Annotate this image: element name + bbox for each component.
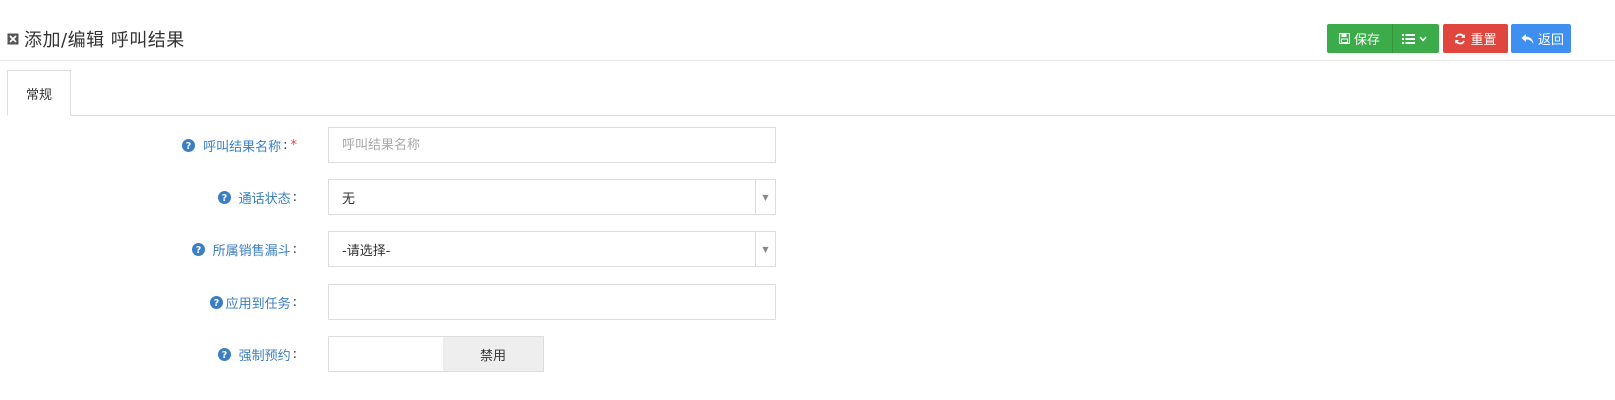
question-circle-icon: ? [217,347,231,361]
force-appointment-label: ? 强制预约 : [217,336,297,372]
save-button[interactable]: 保存 [1327,24,1392,53]
chevron-down-icon [1418,36,1427,42]
call-status-value: 无 [342,191,356,207]
name-label-text: 呼叫结果名称 [203,139,282,155]
question-circle-icon: ? [191,242,205,256]
apply-task-label: ? 应用到任务 : [209,284,297,320]
funnel-label-colon: : [292,241,297,257]
name-input[interactable] [329,128,775,162]
form-row-funnel: ? 所属销售漏斗 : -请选择- ▼ [0,231,1615,267]
apply-task-input[interactable] [329,285,775,319]
name-label-colon: : [283,137,288,153]
force-appointment-toggle[interactable]: 禁用 [328,336,544,372]
funnel-value: -请选择- [342,243,391,259]
close-square-icon [7,33,19,45]
list-icon [1401,33,1415,44]
svg-text:?: ? [195,245,201,256]
page-title-text: 添加/编辑 呼叫结果 [24,30,185,51]
page-header: 添加/编辑 呼叫结果 保存 重置 返回 [0,0,1615,61]
force-appointment-label-text: 强制预约 [238,348,291,364]
floppy-disk-icon [1338,33,1350,44]
apply-task-label-colon: : [292,294,297,310]
funnel-label: ? 所属销售漏斗 : [191,231,297,267]
required-mark: * [290,137,298,153]
tab-general[interactable]: 常规 [7,70,71,116]
tab-bar: 常规 [7,70,1615,116]
toggle-state-label: 禁用 [443,337,543,371]
svg-text:?: ? [221,350,227,361]
apply-task-field-box [328,284,776,320]
question-circle-icon: ? [217,190,231,204]
reply-icon [1521,33,1534,44]
toggle-off-area [329,337,443,371]
question-circle-icon: ? [209,295,223,309]
apply-task-label-text: 应用到任务 [225,296,291,312]
back-button[interactable]: 返回 [1511,24,1571,53]
caret-down-icon: ▼ [755,180,775,214]
call-status-label: ? 通话状态 : [217,179,297,215]
reset-button-label: 重置 [1470,33,1497,48]
more-actions-dropdown-button[interactable] [1392,24,1439,53]
name-field-box [328,127,776,163]
svg-text:?: ? [221,193,227,204]
refresh-icon [1455,33,1466,44]
form-row-call-status: ? 通话状态 : 无 ▼ [0,179,1615,215]
funnel-select[interactable]: -请选择- ▼ [328,231,776,267]
call-status-label-text: 通话状态 [238,191,291,207]
force-appointment-label-colon: : [292,346,297,362]
funnel-label-text: 所属销售漏斗 [212,243,291,259]
form-row-force-appointment: ? 强制预约 : 禁用 [0,336,1615,372]
page-title: 添加/编辑 呼叫结果 [7,26,185,52]
caret-down-icon: ▼ [755,232,775,266]
question-circle-icon: ? [182,138,196,152]
svg-text:?: ? [213,298,219,309]
call-status-label-colon: : [292,189,297,205]
name-label: ? 呼叫结果名称 : * [182,127,297,163]
form-row-name: ? 呼叫结果名称 : * [0,127,1615,163]
save-button-label: 保存 [1353,33,1380,48]
form-row-apply-task: ? 应用到任务 : [0,284,1615,320]
reset-button[interactable]: 重置 [1443,24,1508,53]
back-button-label: 返回 [1538,33,1565,48]
call-status-select[interactable]: 无 ▼ [328,179,776,215]
svg-text:?: ? [186,141,192,152]
